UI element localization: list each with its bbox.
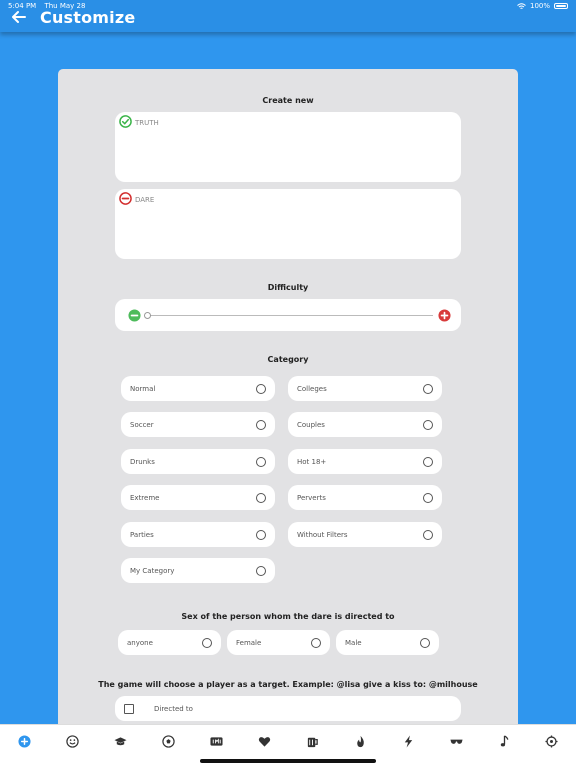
category-option[interactable]: Couples — [288, 412, 442, 437]
status-date: Thu May 28 — [44, 2, 86, 10]
slider-track[interactable] — [147, 315, 433, 316]
category-label: Drunks — [130, 457, 155, 466]
sex-label: Male — [345, 638, 362, 647]
difficulty-title: Difficulty — [267, 283, 309, 292]
plus-circle-icon — [17, 734, 31, 748]
graduation-cap-icon — [113, 736, 127, 745]
radio-button[interactable] — [256, 492, 266, 503]
category-option[interactable]: Soccer — [121, 412, 275, 437]
slider-thumb[interactable] — [144, 312, 151, 319]
tab-colleges[interactable] — [112, 733, 128, 749]
sex-title: Sex of the person whom the dare is direc… — [181, 612, 395, 621]
difficulty-slider[interactable] — [115, 299, 461, 331]
battery-icon — [554, 3, 568, 9]
tab-perverts[interactable] — [448, 733, 464, 749]
radio-button[interactable] — [420, 637, 430, 648]
truth-input[interactable]: TRUTH — [115, 112, 461, 182]
tab-soccer[interactable] — [160, 733, 176, 749]
tab-add[interactable] — [16, 733, 32, 749]
lightning-icon — [404, 734, 412, 748]
directed-to-row[interactable]: Directed to — [115, 696, 461, 721]
customize-card: Create new TRUTH DARE Difficulty Categor… — [58, 69, 518, 729]
category-option[interactable]: Extreme — [121, 485, 275, 510]
music-note-icon — [500, 734, 508, 746]
category-label: Soccer — [130, 420, 154, 429]
truth-label: TRUTH — [135, 119, 159, 127]
category-label: Hot 18+ — [297, 457, 327, 466]
radio-button[interactable] — [423, 529, 433, 540]
category-label: Parties — [130, 530, 154, 539]
tab-extreme[interactable] — [400, 733, 416, 749]
minus-circle-icon — [119, 192, 132, 205]
sex-label: Female — [236, 638, 262, 647]
directed-to-label: Directed to — [154, 704, 193, 713]
radio-button[interactable] — [423, 419, 433, 430]
category-label: Without Filters — [297, 530, 348, 539]
radio-button[interactable] — [256, 529, 266, 540]
tab-hot[interactable] — [352, 733, 368, 749]
status-bar: 5:04 PM Thu May 28 100% — [0, 0, 576, 12]
target-title: The game will choose a player as a targe… — [98, 680, 478, 689]
arrow-left-icon — [12, 11, 26, 23]
decrease-icon[interactable] — [128, 309, 141, 322]
category-option[interactable]: My Category — [121, 558, 275, 583]
radio-button[interactable] — [423, 492, 433, 503]
category-option[interactable]: Drunks — [121, 449, 275, 474]
increase-icon[interactable] — [438, 309, 451, 322]
tab-drunks[interactable] — [304, 733, 320, 749]
smile-icon — [65, 734, 79, 748]
category-option[interactable]: Without Filters — [288, 522, 442, 547]
tab-without-filters[interactable] — [543, 733, 559, 749]
radio-button[interactable] — [256, 383, 266, 394]
tab-couples[interactable] — [256, 733, 272, 749]
dare-label: DARE — [135, 196, 155, 204]
radio-button[interactable] — [256, 456, 266, 467]
sex-option[interactable]: Male — [336, 630, 439, 655]
sex-option[interactable]: Female — [227, 630, 330, 655]
category-option[interactable]: Hot 18+ — [288, 449, 442, 474]
beer-mug-icon — [307, 737, 318, 747]
category-option[interactable]: Parties — [121, 522, 275, 547]
soccer-ball-icon — [161, 734, 175, 748]
category-label: Perverts — [297, 493, 326, 502]
radio-button[interactable] — [256, 565, 266, 576]
category-label: Normal — [130, 384, 156, 393]
category-title: Category — [267, 355, 309, 364]
category-option[interactable]: Colleges — [288, 376, 442, 401]
glasses-icon — [449, 739, 463, 744]
tab-normal[interactable] — [64, 733, 80, 749]
home-indicator[interactable] — [200, 759, 376, 763]
wifi-icon — [517, 2, 526, 9]
status-time: 5:04 PM — [8, 2, 37, 10]
tab-parties[interactable] — [496, 733, 512, 749]
category-label: My Category — [130, 566, 175, 575]
sex-option[interactable]: anyone — [118, 630, 221, 655]
radio-button[interactable] — [423, 383, 433, 394]
category-option[interactable]: Normal — [121, 376, 275, 401]
radio-button[interactable] — [311, 637, 321, 648]
category-label: Extreme — [130, 493, 160, 502]
directed-to-checkbox[interactable] — [124, 703, 134, 714]
radio-button[interactable] — [256, 419, 266, 430]
crosshair-icon — [544, 734, 558, 748]
category-label: Couples — [297, 420, 325, 429]
dare-input[interactable]: DARE — [115, 189, 461, 259]
radio-button[interactable] — [423, 456, 433, 467]
flame-icon — [356, 735, 364, 747]
category-option[interactable]: Perverts — [288, 485, 442, 510]
create-new-title: Create new — [262, 96, 314, 105]
battery-percent: 100% — [529, 2, 550, 10]
18-plus-icon — [209, 736, 223, 746]
tab-18plus[interactable] — [208, 733, 224, 749]
sex-label: anyone — [127, 638, 153, 647]
category-label: Colleges — [297, 384, 327, 393]
radio-button[interactable] — [202, 637, 212, 648]
heart-icon — [258, 736, 270, 747]
check-circle-icon — [119, 115, 132, 128]
